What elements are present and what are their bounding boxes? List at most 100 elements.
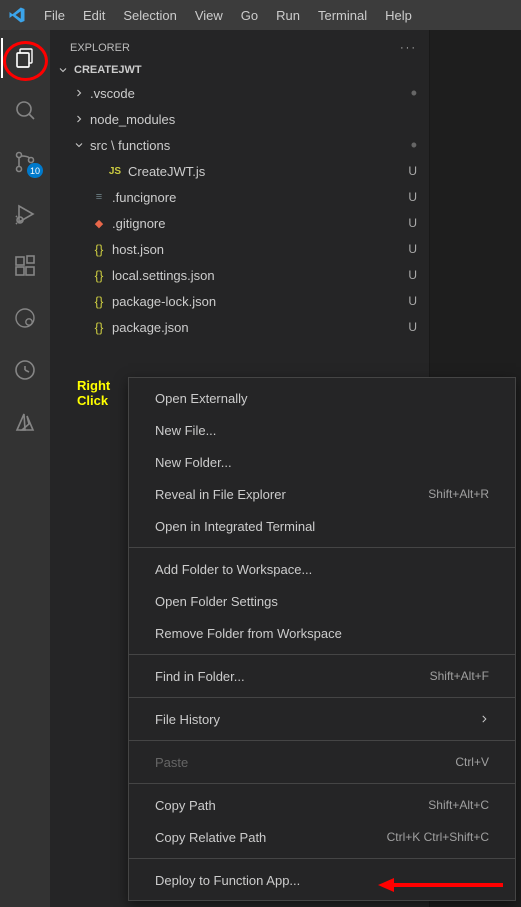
menu-run[interactable]: Run	[268, 4, 308, 27]
context-menu-item[interactable]: Copy Relative Path Ctrl+K Ctrl+Shift+C	[129, 821, 515, 853]
tree-item-label: .vscode	[90, 86, 407, 101]
menu-terminal[interactable]: Terminal	[310, 4, 375, 27]
file-icon: {}	[90, 268, 108, 283]
tree-item-label: local.settings.json	[112, 268, 404, 283]
context-menu-item[interactable]: File History	[129, 703, 515, 735]
context-menu-label: Find in Folder...	[155, 669, 245, 684]
context-menu-separator	[129, 547, 515, 548]
tree-item-label: package.json	[112, 320, 404, 335]
file-tree: .vscode• node_modulessrc \ functions• JS Cr…	[50, 78, 429, 340]
context-menu-label: Open in Integrated Terminal	[155, 519, 315, 534]
activity-remote[interactable]	[1, 350, 49, 390]
tree-item[interactable]: {} local.settings.json U	[50, 262, 429, 288]
context-menu-separator	[129, 740, 515, 741]
activity-search[interactable]	[1, 90, 49, 130]
context-menu-shortcut: Shift+Alt+F	[430, 669, 489, 683]
menu-help[interactable]: Help	[377, 4, 420, 27]
file-icon: ≡	[90, 191, 108, 203]
context-menu-shortcut: Ctrl+V	[455, 755, 489, 769]
tree-item-label: host.json	[112, 242, 404, 257]
context-menu-item[interactable]: Copy Path Shift+Alt+C	[129, 789, 515, 821]
context-menu-item[interactable]: Open Folder Settings	[129, 585, 515, 617]
git-status: U	[408, 320, 417, 334]
tree-item-label: .gitignore	[112, 216, 404, 231]
explorer-more-icon[interactable]: ···	[400, 42, 417, 54]
tree-item[interactable]: {} package.json U	[50, 314, 429, 340]
file-icon: ◆	[90, 217, 108, 230]
workspace-root[interactable]: CREATEJWT	[50, 62, 429, 78]
file-icon: {}	[90, 242, 108, 257]
chevron-right-icon	[72, 113, 86, 125]
git-status: U	[408, 242, 417, 256]
tree-item-label: src \ functions	[90, 138, 407, 153]
chevron-down-icon	[56, 64, 70, 76]
context-menu: Open Externally New File... New Folder... R…	[128, 377, 516, 901]
git-status: U	[408, 268, 417, 282]
context-menu-shortcut: Ctrl+K Ctrl+Shift+C	[387, 830, 489, 844]
chevron-down-icon	[72, 139, 86, 151]
context-menu-item[interactable]: Open in Integrated Terminal	[129, 510, 515, 542]
tree-item-label: package-lock.json	[112, 294, 404, 309]
context-menu-item[interactable]: Add Folder to Workspace...	[129, 553, 515, 585]
annotation-right-click: Right Click	[77, 378, 110, 408]
annotation-line-2: Click	[77, 393, 110, 408]
activity-azure[interactable]	[1, 402, 49, 442]
context-menu-label: Copy Path	[155, 798, 216, 813]
annotation-line-1: Right	[77, 378, 110, 393]
menu-file[interactable]: File	[36, 4, 73, 27]
context-menu-label: New Folder...	[155, 455, 232, 470]
context-menu-label: Deploy to Function App...	[155, 873, 300, 888]
context-menu-separator	[129, 654, 515, 655]
activity-explorer[interactable]	[1, 38, 49, 78]
context-menu-item[interactable]: Reveal in File ExplorerShift+Alt+R	[129, 478, 515, 510]
context-menu-label: Add Folder to Workspace...	[155, 562, 312, 577]
file-icon: {}	[90, 320, 108, 335]
context-menu-shortcut: Shift+Alt+C	[428, 798, 489, 812]
tree-item[interactable]: ◆ .gitignore U	[50, 210, 429, 236]
chevron-right-icon	[479, 712, 489, 727]
explorer-title: EXPLORER	[70, 42, 130, 54]
tree-item[interactable]: ≡.funcignoreU	[50, 184, 429, 210]
context-menu-label: Open Externally	[155, 391, 248, 406]
activity-extensions[interactable]	[1, 246, 49, 286]
context-menu-separator	[129, 697, 515, 698]
context-menu-item[interactable]: New File...	[129, 414, 515, 446]
context-menu-label: Open Folder Settings	[155, 594, 278, 609]
context-menu-item[interactable]: New Folder...	[129, 446, 515, 478]
context-menu-item[interactable]: Find in Folder... Shift+Alt+F	[129, 660, 515, 692]
context-menu-label: Reveal in File Explorer	[155, 487, 286, 502]
context-menu-label: File History	[155, 712, 220, 727]
menu-go[interactable]: Go	[233, 4, 266, 27]
context-menu-item: PasteCtrl+V	[129, 746, 515, 778]
workspace-root-name: CREATEJWT	[74, 64, 142, 76]
activity-run-debug[interactable]	[1, 194, 49, 234]
explorer-header: EXPLORER ···	[50, 38, 429, 62]
git-status: U	[408, 216, 417, 230]
tree-item[interactable]: node_modules	[50, 106, 429, 132]
git-status: U	[408, 164, 417, 178]
tree-item[interactable]: .vscode•	[50, 80, 429, 106]
file-icon: {}	[90, 294, 108, 309]
menu-view[interactable]: View	[187, 4, 231, 27]
tree-item[interactable]: JS CreateJWT.js U	[50, 158, 429, 184]
context-menu-item[interactable]: Deploy to Function App...	[129, 864, 515, 896]
activity-docker[interactable]	[1, 298, 49, 338]
tree-item-label: node_modules	[90, 112, 413, 127]
context-menu-label: Remove Folder from Workspace	[155, 626, 342, 641]
menu-edit[interactable]: Edit	[75, 4, 113, 27]
context-menu-item[interactable]: Remove Folder from Workspace	[129, 617, 515, 649]
context-menu-item[interactable]: Open Externally	[129, 382, 515, 414]
activity-source-control[interactable]: 10	[1, 142, 49, 182]
tree-item[interactable]: {} host.json U	[50, 236, 429, 262]
file-icon: JS	[106, 166, 124, 177]
tree-item[interactable]: {} package-lock.json U	[50, 288, 429, 314]
git-status: U	[408, 294, 417, 308]
context-menu-label: Copy Relative Path	[155, 830, 266, 845]
tree-item[interactable]: src \ functions•	[50, 132, 429, 158]
scm-badge: 10	[27, 163, 43, 178]
menu-selection[interactable]: Selection	[115, 4, 184, 27]
context-menu-label: New File...	[155, 423, 216, 438]
context-menu-separator	[129, 783, 515, 784]
chevron-right-icon	[72, 87, 86, 99]
tree-item-label: CreateJWT.js	[128, 164, 404, 179]
